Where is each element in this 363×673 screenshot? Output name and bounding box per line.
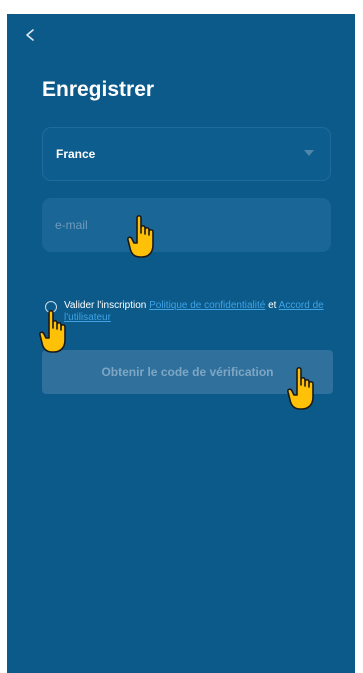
- email-field[interactable]: [42, 198, 331, 252]
- hand-pointer-icon: [38, 307, 78, 355]
- hand-pointer-icon: [286, 364, 326, 412]
- agreement-conjunction: et: [268, 300, 277, 311]
- country-select[interactable]: France: [42, 127, 331, 181]
- back-button[interactable]: [21, 23, 41, 47]
- agreement-text: Valider l'inscription Politique de confi…: [64, 300, 342, 324]
- page-title: Enregistrer: [42, 78, 155, 101]
- chevron-left-icon: [26, 29, 34, 41]
- country-value: France: [56, 147, 96, 161]
- caret-down-icon: [304, 150, 314, 156]
- privacy-policy-link[interactable]: Politique de confidentialité: [149, 300, 265, 311]
- email-input[interactable]: [42, 198, 331, 252]
- hand-pointer-icon: [126, 212, 166, 260]
